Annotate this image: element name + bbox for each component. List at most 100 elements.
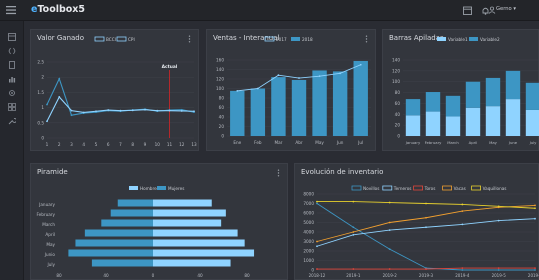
bar-mujeres [153,199,212,207]
bar-variable2 [425,92,441,112]
legend-mujeres-label: Mujeres [168,186,184,191]
y-tick-label: 160 [216,58,224,63]
data-point [534,267,536,269]
x-tick-label: 40 [103,273,109,278]
data-point [497,269,500,271]
code-icon[interactable] [8,47,16,55]
bar-hombres [101,219,153,227]
y-tick-label: 120 [392,68,400,73]
data-point [277,74,280,77]
chart-icon[interactable] [8,75,16,83]
dashboard-app: eToolbox5 Gerno ▾ Valor Ganado 0 0.5 1 1.5 2… [0,0,539,280]
y-tick-label: 100 [216,86,224,91]
brand-logo[interactable]: eToolbox5 [31,4,85,15]
legend-vacas-swatch [442,185,453,191]
data-point [352,226,355,229]
x-tick-label: Abr [295,140,303,145]
data-point [107,109,110,111]
y-tick-label: 60 [395,101,401,106]
bar-hombres [117,199,153,207]
data-point [316,200,318,203]
legend-2018-swatch [291,37,300,41]
y-tick-label: Junio [44,252,56,257]
grid-icon[interactable] [8,103,16,111]
bar-variable2 [505,70,521,100]
bar-mujeres [153,209,226,217]
bar-variable1 [485,106,501,136]
data-point [256,87,259,90]
data-point [388,229,391,231]
bar-variable2 [485,77,501,107]
legend-hombres-label: Hombres [140,186,159,191]
calendar-icon[interactable] [462,5,473,16]
settings-icon[interactable] [8,89,16,97]
bar-2018 [230,90,245,136]
y-tick-label: 1.5 [37,90,44,95]
x-tick-label: July [529,140,538,145]
bar-hombres [91,259,153,267]
bar-2018 [271,77,286,136]
data-point [461,267,464,269]
wrench-icon[interactable] [8,117,16,125]
legend-terneros-swatch [382,185,393,191]
x-tick-label: 2019-1 [346,273,361,278]
series-line-novillos [316,203,535,271]
bar-mujeres [153,219,222,227]
document-icon[interactable] [8,61,16,69]
data-point [318,75,321,78]
legend-vaquillonas-swatch [471,185,482,191]
legend-2017-swatch [264,36,275,42]
bar-variable2 [445,95,461,117]
x-tick-label: January [405,140,421,145]
legend-bcci-label: BCCI [106,37,116,42]
bar-hombres [84,229,153,237]
x-tick-label: 80 [244,273,250,278]
bar-mujeres [153,249,255,257]
user-name: Gerno [496,6,512,12]
barras-apiladas-chart: 0 20 40 60 80 100 120 140 Variable1 Variable2 Janu… [392,37,539,145]
data-point [131,109,134,112]
x-tick-label: 12 [179,142,185,147]
data-point [316,245,318,248]
x-tick-label: 2019-2 [383,273,398,278]
data-point [534,207,536,210]
data-point [144,108,146,111]
data-point [316,202,318,205]
x-tick-label: 5 [95,142,98,147]
x-tick-label: May [489,140,498,145]
data-point [82,111,85,114]
y-tick-label: 80 [219,96,225,101]
data-point [339,72,342,75]
data-point [156,109,159,112]
data-point [497,267,500,269]
user-menu[interactable]: Gerno ▾ [496,6,516,12]
x-tick-label: 3 [70,142,73,147]
data-point [425,216,427,219]
x-tick-label: 10 [155,142,161,147]
bar-hombres [110,209,153,217]
y-tick-label: 2.5 [37,60,44,65]
legend-terneros-label: Terneros [393,186,412,191]
data-point [425,202,427,205]
data-point [534,217,536,220]
sidebar [0,21,24,280]
x-tick-label: 6 [107,142,110,147]
data-point [461,223,464,226]
x-tick-label: 40 [197,273,203,278]
data-point [46,120,48,123]
top-bar: eToolbox5 Gerno ▾ [0,0,539,21]
series-line-bcci [46,77,195,116]
data-point [119,109,122,112]
y-tick-label: 5000 [303,220,314,225]
series-line-terneros [316,218,536,247]
x-tick-label: 4 [82,142,85,147]
data-point [58,96,61,98]
y-tick-label: 0 [41,136,44,141]
data-point [497,205,500,208]
data-point [388,221,391,224]
legend-vaquillonas-label: Vaquillonas [483,186,507,191]
bar-2018 [291,79,307,136]
data-point [534,269,536,271]
menu-icon[interactable] [6,5,16,15]
dashboard-icon[interactable] [8,33,16,41]
